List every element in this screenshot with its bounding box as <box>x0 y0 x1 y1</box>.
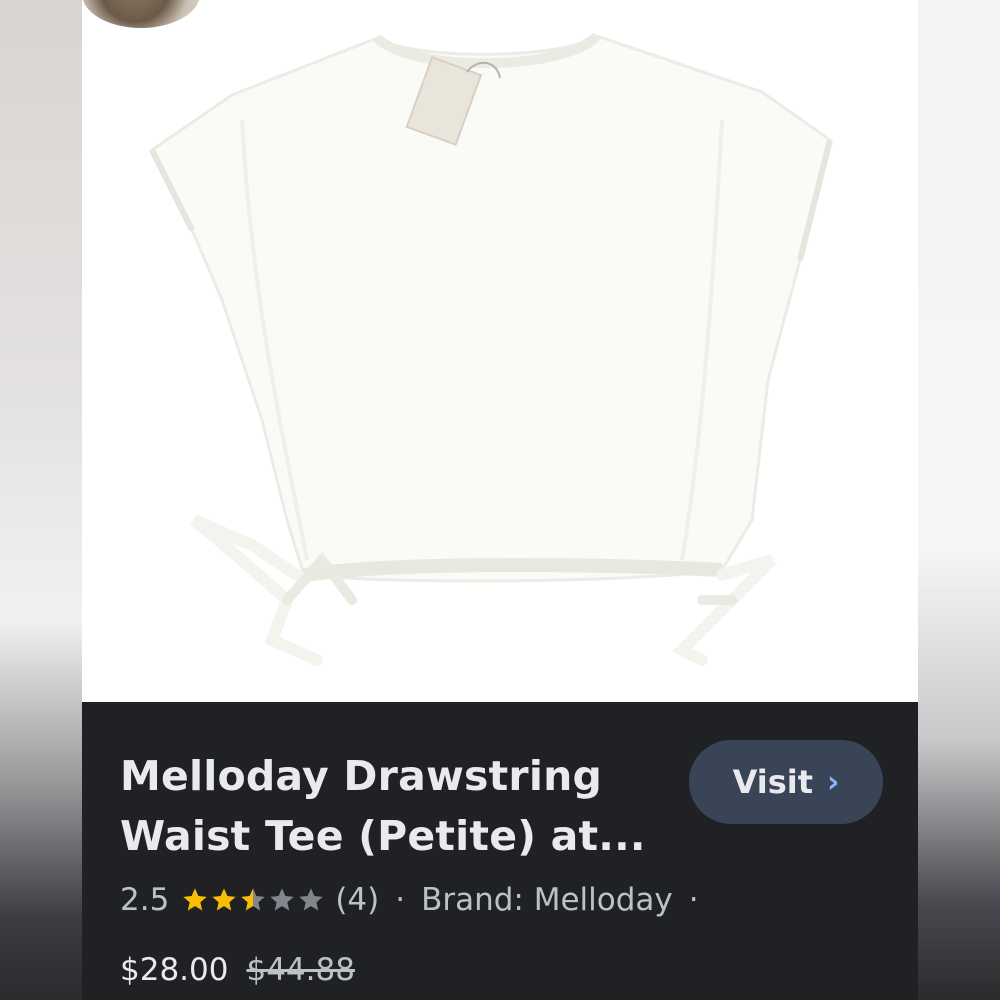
product-title-line2: Waist Tee (Petite) at... <box>120 812 646 860</box>
product-image-area[interactable] <box>82 0 918 702</box>
current-price: $28.00 <box>120 952 229 988</box>
star-icon <box>241 888 265 911</box>
left-backdrop <box>0 0 82 1000</box>
price-row: $28.00 $44.88 <box>120 952 355 988</box>
product-card: Melloday Drawstring Waist Tee (Petite) a… <box>82 0 918 1000</box>
right-backdrop <box>918 0 1000 1000</box>
product-title-line1: Melloday Drawstring <box>120 752 603 800</box>
visit-button[interactable]: Visit › <box>689 740 883 824</box>
brand-label: Brand: Melloday <box>421 882 673 918</box>
rating-value: 2.5 <box>120 882 170 918</box>
star-icon <box>270 888 294 911</box>
separator-dot-trailing: · <box>688 882 699 918</box>
product-image-white-tee <box>149 32 833 666</box>
rating-count[interactable]: (4) <box>335 882 379 918</box>
star-icon <box>183 888 207 911</box>
original-price: $44.88 <box>246 952 355 988</box>
product-title[interactable]: Melloday Drawstring Waist Tee (Petite) a… <box>120 746 646 866</box>
separator-dot: · <box>395 882 406 918</box>
visit-button-label: Visit <box>732 763 814 801</box>
star-icon <box>212 888 236 911</box>
product-info-panel: Melloday Drawstring Waist Tee (Petite) a… <box>82 702 918 1000</box>
star-icon <box>299 888 323 911</box>
chevron-right-icon: › <box>827 764 840 800</box>
rating-stars <box>181 886 325 914</box>
rating-row: 2.5 (4) · Brand: Melloday · <box>120 882 715 918</box>
